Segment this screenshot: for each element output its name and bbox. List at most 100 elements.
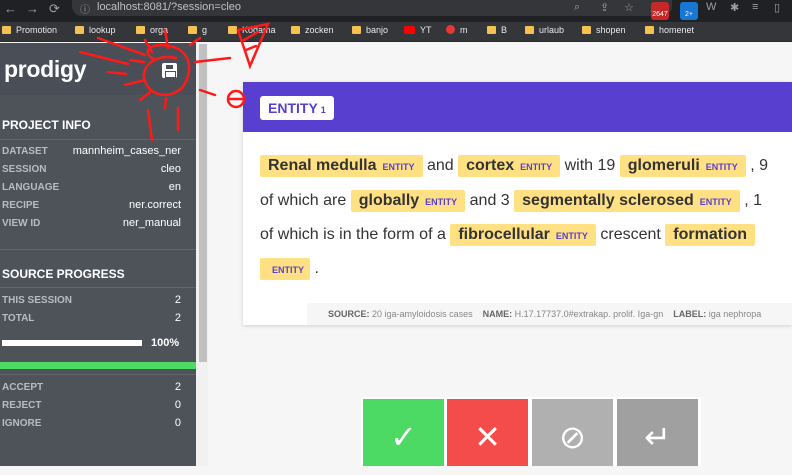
bookmark-g[interactable]: g [188,25,207,35]
ignore-label: IGNORE [2,418,42,429]
text-token[interactable]: and [427,157,454,174]
this-session-value: 2 [174,294,181,306]
bookmark-shopen[interactable]: shopen [582,25,626,35]
undo-icon: ↵ [644,419,671,455]
divider [0,287,196,288]
project-info-title: PROJECT INFO [2,118,91,132]
bookmark-banjo[interactable]: banjo [352,25,388,35]
text-token[interactable]: and 3 [470,192,510,209]
reject-value: 0 [174,399,181,411]
reading-list-icon[interactable]: ≡ [752,1,758,13]
bookmark-promotion[interactable]: Promotion [2,25,57,35]
folder-icon [136,26,145,34]
entity-span[interactable]: Renal medulla ENTITY [260,155,423,177]
session-value: cleo [160,163,181,175]
entity-span[interactable]: glomeruli ENTITY [619,155,746,177]
text-token[interactable]: , 1 [744,192,762,209]
extension-badge-icon[interactable]: 2647 [651,2,669,20]
folder-icon [645,26,654,34]
puzzle-icon[interactable]: ✱ [730,1,739,14]
check-icon: ✓ [390,419,417,455]
text-line-2: of which are globally ENTITY and 3 segmen… [260,190,762,212]
reject-button[interactable]: ✕ [447,399,528,466]
folder-icon [291,26,300,34]
info-icon[interactable]: ⓘ [80,1,90,16]
action-buttons: ✓ ✕ ⊘ ↵ [361,397,701,466]
bookmark-orga[interactable]: orga [136,25,168,35]
folder-icon [352,26,361,34]
folder-icon [487,26,496,34]
entity-span[interactable]: cortex ENTITY [458,155,561,177]
sidebar-scrollbar-thumb[interactable] [199,44,207,362]
text-token[interactable]: of which is in the form of a [260,226,446,243]
sidebar-header: prodigy [0,43,196,95]
zoom-icon[interactable]: ⌕ [574,1,580,14]
text-token[interactable]: of which are [260,192,346,209]
this-session-label: THIS SESSION [2,295,73,306]
ban-icon: ⊘ [559,419,586,455]
text-token[interactable]: . [314,260,318,277]
meta-info: SOURCE: 20 iga-amyloidosis cases NAME: H… [328,309,762,319]
back-icon[interactable]: ← [4,1,17,16]
text-line-3: of which is in the form of a fibrocellul… [260,224,756,246]
entity-span[interactable]: segmentally sclerosed ENTITY [514,190,740,212]
divider [0,139,196,140]
m-site-icon [446,25,455,34]
divider [0,374,196,375]
folder-icon [75,26,84,34]
folder-icon [2,26,11,34]
bookmark-yt[interactable]: YT [404,25,432,35]
text-token[interactable]: , 9 [750,157,768,174]
entity-span[interactable]: fibrocellular ENTITY [450,224,596,246]
url-text[interactable]: localhost:8081/?session=cleo [97,1,241,13]
language-label: LANGUAGE [2,182,60,193]
view-id-value: ner_manual [122,217,181,229]
recipe-label: RECIPE [2,200,40,211]
accept-value: 2 [174,381,181,393]
entity-span[interactable]: formation [665,224,756,246]
session-label: SESSION [2,164,47,175]
recipe-value: ner.correct [129,199,181,211]
save-icon[interactable] [162,63,177,78]
youtube-icon [404,26,415,34]
folder-icon [582,26,591,34]
address-bar[interactable]: ⓘ localhost:8081/?session=cleo [72,0,672,16]
divider [0,249,196,250]
bookmark-lookup[interactable]: lookup [75,25,116,35]
bookmark-m[interactable]: m [446,25,468,35]
sidepanel-icon[interactable]: ▯ [774,1,780,14]
extension-3-icon[interactable]: W [706,1,716,13]
accept-label: ACCEPT [2,382,44,393]
bookmarks-bar: Promotion lookup orga g Kodama zocken ba… [0,22,792,42]
bookmark-b[interactable]: B [487,25,507,35]
bookmark-urlaub[interactable]: urlaub [525,25,564,35]
share-icon[interactable]: ⇪ [600,1,609,14]
undo-button[interactable]: ↵ [617,399,698,466]
forward-icon[interactable]: → [26,1,39,16]
total-value: 2 [174,312,181,324]
reload-icon[interactable]: ⟳ [49,1,60,17]
folder-icon [525,26,534,34]
text-token[interactable]: crescent [600,226,660,243]
folder-icon [188,26,197,34]
view-id-label: VIEW ID [2,218,41,229]
reject-label: REJECT [2,400,42,411]
text-line-4: ENTITY . [260,258,319,280]
entity-tag-wrap[interactable]: ENTITY [260,258,311,280]
entity-span[interactable]: globally ENTITY [350,190,466,212]
bookmark-kodama[interactable]: Kodama [228,25,276,35]
card-header: ENTITY 1 [243,82,792,132]
folder-icon [228,26,237,34]
ignore-button[interactable]: ⊘ [532,399,613,466]
bookmark-zocken[interactable]: zocken [291,25,334,35]
text-token[interactable]: with 19 [565,157,616,174]
browser-toolbar: ← → ⟳ ⓘ localhost:8081/?session=cleo ⌕ ⇪… [0,0,792,22]
extension-2-icon[interactable]: 2+ [680,2,698,20]
bookmark-homenet[interactable]: homenet [645,25,694,35]
label-entity-button[interactable]: ENTITY 1 [260,96,334,120]
star-icon[interactable]: ☆ [624,1,634,14]
ignore-value: 0 [174,417,181,429]
accept-button[interactable]: ✓ [363,399,444,466]
total-label: TOTAL [2,313,35,324]
accept-ratio-bar [0,362,196,369]
